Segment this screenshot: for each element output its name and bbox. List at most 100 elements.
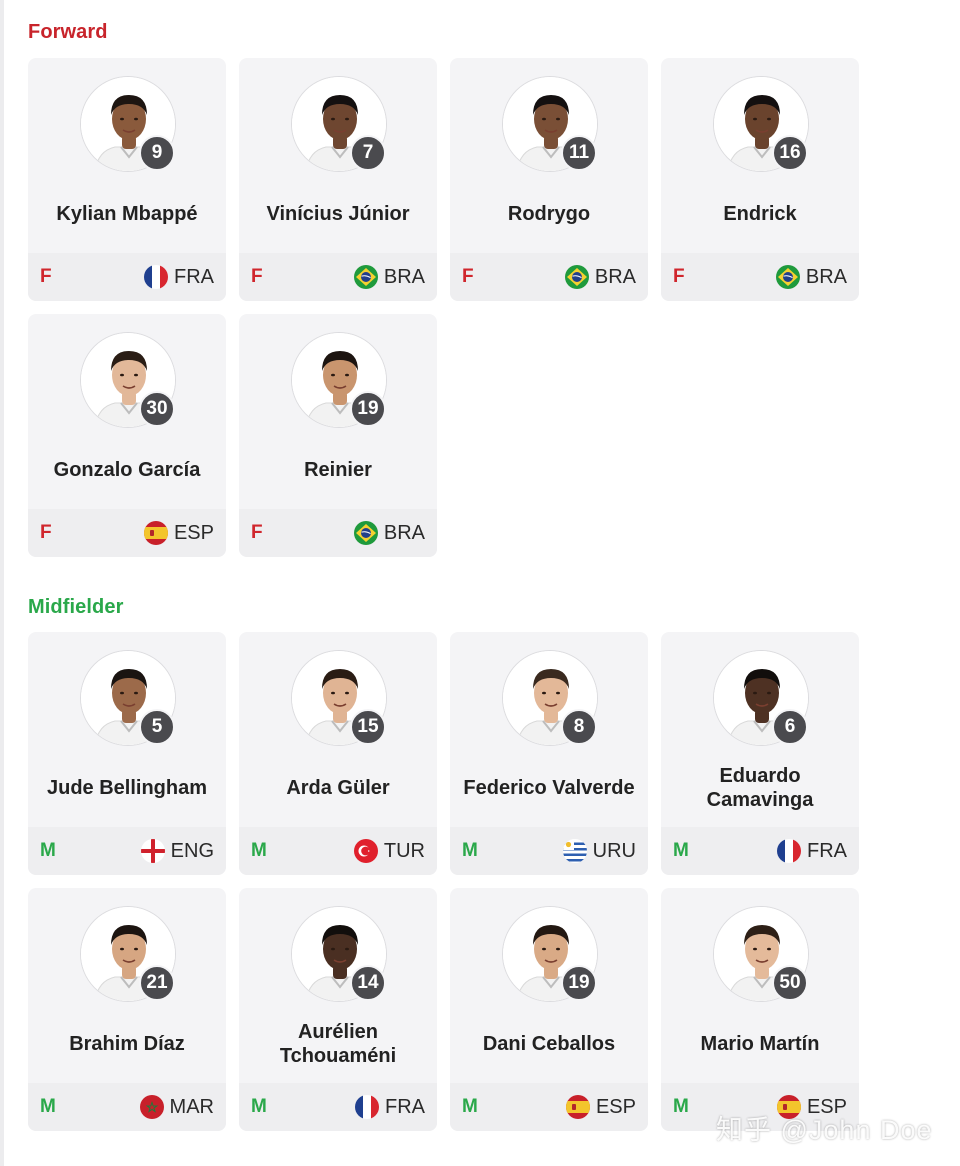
- nationality: MAR: [139, 1095, 214, 1119]
- player-card-footer: F BRA: [239, 509, 437, 557]
- br-flag-icon: [353, 521, 378, 545]
- forward-grid: 9 Kylian Mbappé F FRA 7 Vinícius Júnior F BRA 11…: [28, 58, 860, 557]
- nationality-code: ESP: [173, 521, 214, 544]
- player-card-footer: M ESP: [450, 1083, 648, 1131]
- position-label: M: [462, 1096, 478, 1117]
- player-card-footer: F ESP: [28, 509, 226, 557]
- player-card-footer: M MAR: [28, 1083, 226, 1131]
- nationality: FRA: [144, 265, 214, 289]
- ma-flag-icon: [139, 1095, 164, 1119]
- nationality: ESP: [565, 1095, 636, 1119]
- fr-flag-icon: [777, 839, 801, 863]
- position-label: F: [40, 266, 52, 287]
- player-name: Aurélien Tchouaméni: [279, 1021, 397, 1067]
- es-flag-icon: [565, 1095, 590, 1119]
- player-card[interactable]: 19 Reinier F BRA: [239, 314, 437, 557]
- nationality-code: FRA: [174, 265, 214, 288]
- player-card[interactable]: 50 Mario Martín M ESP: [661, 888, 859, 1131]
- nationality: BRA: [353, 265, 425, 289]
- player-name: Mario Martín: [700, 1033, 820, 1055]
- player-name: Dani Ceballos: [482, 1033, 616, 1055]
- player-name: Reinier: [304, 459, 372, 481]
- br-flag-icon: [775, 265, 800, 289]
- position-label: M: [673, 840, 689, 861]
- es-flag-icon: [143, 521, 168, 545]
- player-card[interactable]: 19 Dani Ceballos M ESP: [450, 888, 648, 1131]
- player-name: Kylian Mbappé: [56, 203, 198, 225]
- shirt-number-badge: 6: [772, 709, 808, 745]
- shirt-number-badge: 9: [139, 135, 175, 171]
- player-card-footer: F FRA: [28, 253, 226, 301]
- nationality-code: URU: [592, 839, 636, 862]
- player-card[interactable]: 11 Rodrygo F BRA: [450, 58, 648, 301]
- shirt-number-badge: 16: [772, 135, 808, 171]
- nationality-code: BRA: [383, 521, 425, 544]
- en-flag-icon: [140, 839, 165, 863]
- br-flag-icon: [564, 265, 589, 289]
- position-label: M: [40, 840, 56, 861]
- player-name: Vinícius Júnior: [266, 203, 410, 225]
- shirt-number-badge: 50: [772, 965, 808, 1001]
- player-card[interactable]: 21 Brahim Díaz M MAR: [28, 888, 226, 1131]
- position-label: F: [251, 266, 263, 287]
- fr-flag-icon: [144, 265, 168, 289]
- nationality-code: ENG: [170, 839, 214, 862]
- shirt-number-badge: 11: [561, 135, 597, 171]
- player-name: Brahim Díaz: [69, 1033, 185, 1055]
- player-name: Federico Valverde: [463, 777, 635, 799]
- player-card[interactable]: 30 Gonzalo García F ESP: [28, 314, 226, 557]
- watermark: 知乎 @John Doe: [716, 1115, 933, 1145]
- position-label: M: [251, 840, 267, 861]
- player-name: Rodrygo: [507, 203, 591, 225]
- tr-flag-icon: [353, 839, 378, 863]
- nationality-code: TUR: [383, 839, 425, 862]
- position-label: M: [673, 1096, 689, 1117]
- section-title-forward: Forward: [28, 21, 108, 43]
- player-card[interactable]: 8 Federico Valverde M URU: [450, 632, 648, 875]
- shirt-number-badge: 7: [350, 135, 386, 171]
- shirt-number-badge: 21: [139, 965, 175, 1001]
- nationality-code: BRA: [383, 265, 425, 288]
- shirt-number-badge: 5: [139, 709, 175, 745]
- player-name: Jude Bellingham: [46, 777, 208, 799]
- position-label: F: [40, 522, 52, 543]
- shirt-number-badge: 19: [561, 965, 597, 1001]
- nationality: URU: [562, 839, 636, 863]
- nationality: BRA: [353, 521, 425, 545]
- nationality-code: MAR: [169, 1095, 214, 1118]
- nationality: BRA: [564, 265, 636, 289]
- player-name: Gonzalo García: [53, 459, 201, 481]
- player-card-footer: M TUR: [239, 827, 437, 875]
- shirt-number-badge: 15: [350, 709, 386, 745]
- shirt-number-badge: 14: [350, 965, 386, 1001]
- br-flag-icon: [353, 265, 378, 289]
- position-label: F: [251, 522, 263, 543]
- player-card[interactable]: 6 Eduardo Camavinga M FRA: [661, 632, 859, 875]
- player-card[interactable]: 14 Aurélien Tchouaméni M FRA: [239, 888, 437, 1131]
- section-title-midfielder: Midfielder: [28, 596, 124, 618]
- player-card[interactable]: 15 Arda Güler M TUR: [239, 632, 437, 875]
- player-card-footer: M FRA: [239, 1083, 437, 1131]
- player-card[interactable]: 16 Endrick F BRA: [661, 58, 859, 301]
- position-label: M: [462, 840, 478, 861]
- uy-flag-icon: [562, 839, 587, 863]
- position-label: M: [40, 1096, 56, 1117]
- page-edge: [0, 0, 4, 1166]
- shirt-number-badge: 30: [139, 391, 175, 427]
- player-name: Arda Güler: [286, 777, 390, 799]
- player-card-footer: F BRA: [239, 253, 437, 301]
- player-name: Endrick: [723, 203, 797, 225]
- shirt-number-badge: 8: [561, 709, 597, 745]
- player-name: Eduardo Camavinga: [706, 765, 814, 811]
- midfielder-grid: 5 Jude Bellingham M ENG 15 Arda Güler M TUR 8 Fed…: [28, 632, 860, 1131]
- nationality-code: BRA: [805, 265, 847, 288]
- shirt-number-badge: 19: [350, 391, 386, 427]
- player-card[interactable]: 7 Vinícius Júnior F BRA: [239, 58, 437, 301]
- nationality: ESP: [143, 521, 214, 545]
- nationality: TUR: [353, 839, 425, 863]
- player-card-footer: F BRA: [450, 253, 648, 301]
- nationality-code: FRA: [385, 1095, 425, 1118]
- player-card[interactable]: 5 Jude Bellingham M ENG: [28, 632, 226, 875]
- player-card-footer: F BRA: [661, 253, 859, 301]
- player-card[interactable]: 9 Kylian Mbappé F FRA: [28, 58, 226, 301]
